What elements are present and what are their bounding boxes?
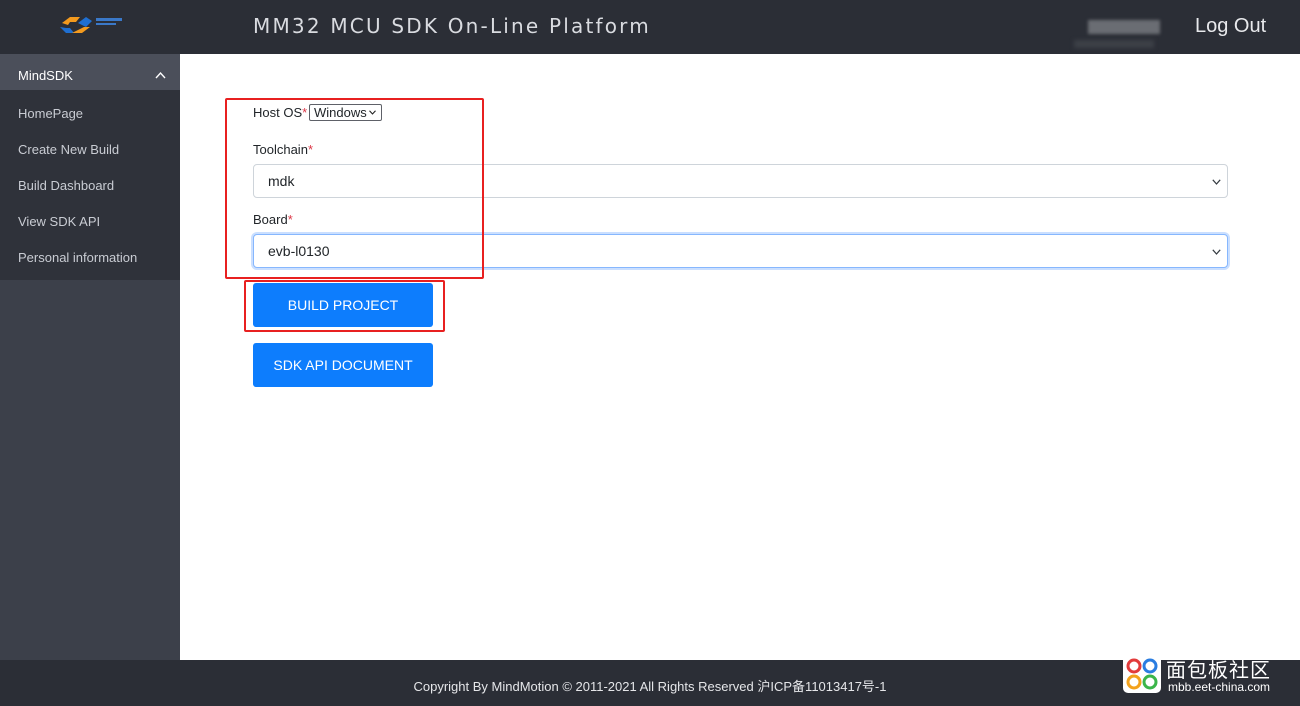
chevron-up-icon <box>155 71 166 79</box>
user-name-redacted <box>1088 20 1160 34</box>
copyright-text: Copyright By MindMotion © 2011-2021 All … <box>413 679 887 694</box>
sidebar-item-label: Build Dashboard <box>18 178 115 193</box>
watermark-logo-icon <box>1123 655 1161 693</box>
sidebar: MindSDK HomePage Create New Build Build … <box>0 54 180 660</box>
logout-link[interactable]: Log Out <box>1195 15 1266 38</box>
sidebar-item-label: Create New Build <box>18 142 120 157</box>
chevron-down-icon <box>1212 179 1221 185</box>
sidebar-item-create-new-build[interactable]: Create New Build <box>0 130 180 166</box>
chevron-down-icon <box>1212 249 1221 255</box>
sidebar-group-mindsdk[interactable]: MindSDK <box>0 54 180 90</box>
sidebar-item-personal-information[interactable]: Personal information <box>0 238 180 274</box>
footer: Copyright By MindMotion © 2011-2021 All … <box>0 660 1300 706</box>
user-info-redacted <box>1074 40 1154 48</box>
sidebar-item-view-sdk-api[interactable]: View SDK API <box>0 202 180 238</box>
sidebar-group-label: MindSDK <box>18 68 73 83</box>
top-navbar: MM32 MCU SDK On-Line Platform Log Out <box>0 0 1300 54</box>
sdk-api-document-button[interactable]: SDK API DOCUMENT <box>253 343 433 387</box>
sidebar-menu: HomePage Create New Build Build Dashboar… <box>0 90 180 280</box>
app-title: MM32 MCU SDK On-Line Platform <box>253 14 651 38</box>
sidebar-item-build-dashboard[interactable]: Build Dashboard <box>0 166 180 202</box>
sidebar-item-homepage[interactable]: HomePage <box>0 94 180 130</box>
watermark: 面包板社区 mbb.eet-china.com <box>1120 652 1300 698</box>
annotation-box-form <box>225 98 484 279</box>
watermark-url-text: mbb.eet-china.com <box>1168 680 1271 694</box>
annotation-box-build <box>244 280 445 332</box>
sidebar-item-label: HomePage <box>18 106 84 121</box>
sidebar-item-label: View SDK API <box>18 214 101 229</box>
sidebar-item-label: Personal information <box>18 250 138 265</box>
mindmotion-logo-icon[interactable] <box>58 11 128 41</box>
watermark-cn-text: 面包板社区 <box>1166 660 1271 682</box>
